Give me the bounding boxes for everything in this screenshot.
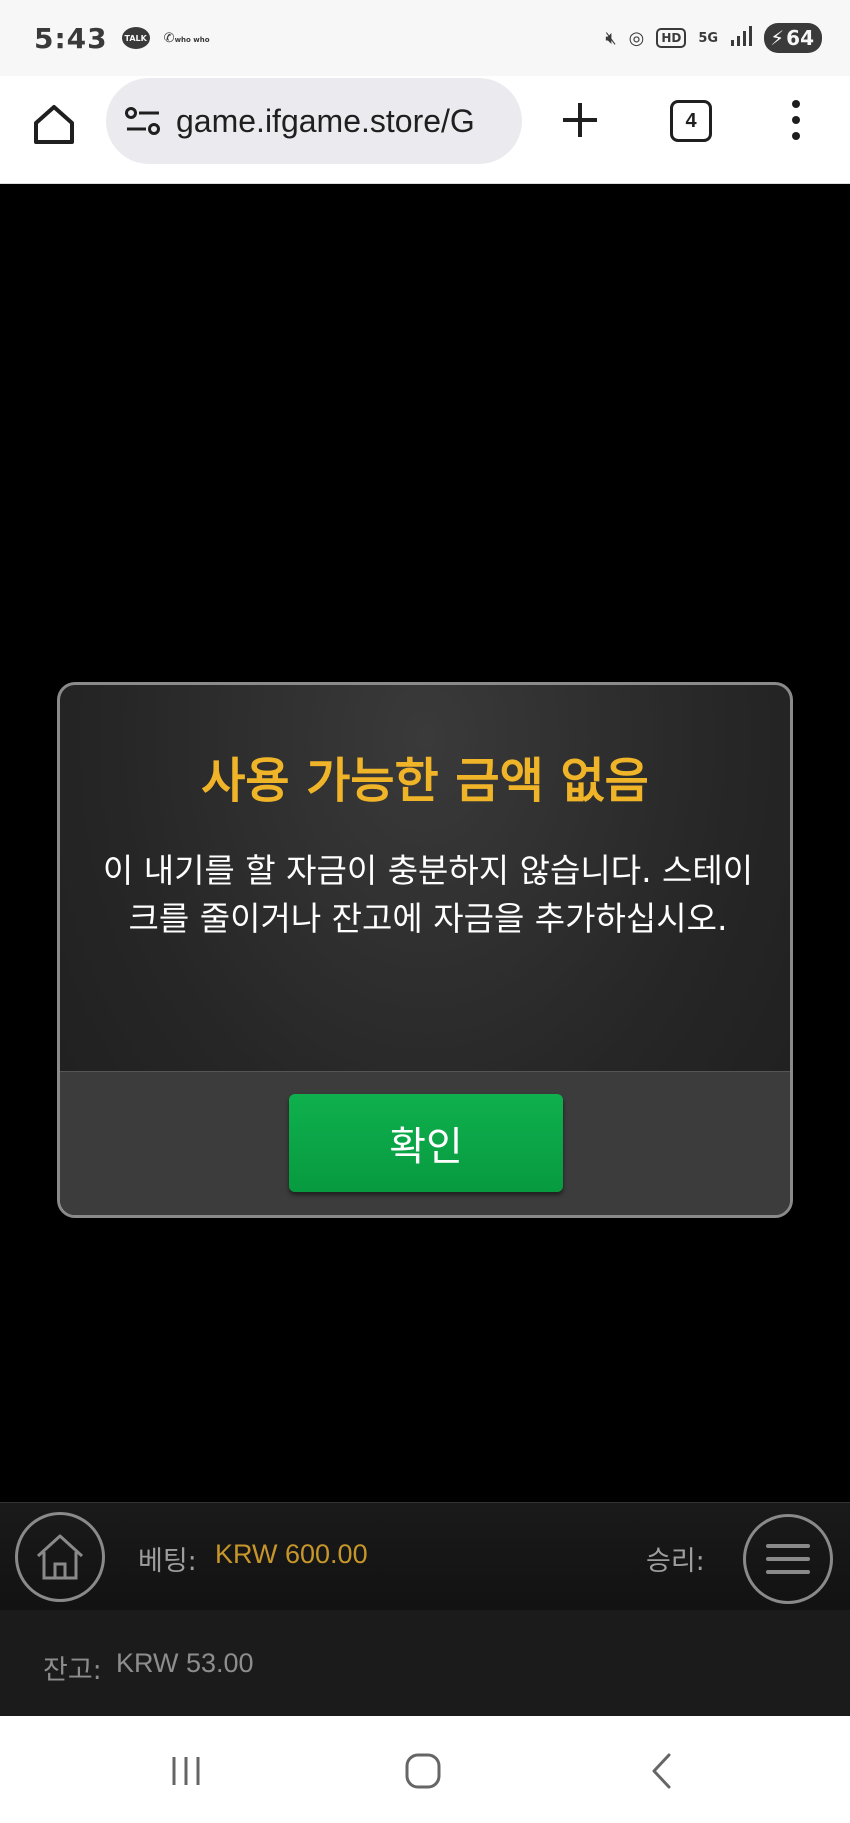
game-home-button[interactable] <box>15 1512 105 1602</box>
dialog-footer: 확인 <box>60 1071 790 1215</box>
browser-home-button[interactable] <box>28 98 80 150</box>
hd-icon: HD <box>656 28 687 48</box>
site-settings-icon <box>125 107 160 135</box>
browser-toolbar: game.ifgame.store/G 4 <box>0 76 850 184</box>
game-menu-button[interactable] <box>743 1514 833 1604</box>
home-icon <box>34 105 74 144</box>
dialog-message: 이 내기를 할 자금이 충분하지 않습니다. 스테이크를 줄이거나 잔고에 자금… <box>102 851 754 938</box>
game-canvas: 사용 가능한 금액 없음 이 내기를 할 자금이 충분하지 않습니다. 스테이크… <box>0 184 850 1502</box>
bet-label: 베팅: <box>138 1546 197 1577</box>
back-button[interactable] <box>637 1746 687 1796</box>
network-5g-icon: 5G <box>698 30 719 46</box>
more-menu-button[interactable] <box>780 96 812 144</box>
ok-button[interactable]: 확인 <box>289 1094 563 1192</box>
status-time: 5:43 <box>34 21 108 55</box>
whowho-label: who who <box>174 35 210 44</box>
back-icon <box>652 1753 671 1789</box>
dot-icon <box>792 132 800 140</box>
win-label: 승리: <box>646 1546 705 1577</box>
game-bottom-bar: 베팅: KRW 600.00 승리: <box>0 1502 850 1610</box>
recent-apps-button[interactable] <box>161 1746 211 1796</box>
url-text: game.ifgame.store/G <box>176 102 475 139</box>
battery-icon: ⚡︎ 64 <box>764 23 822 53</box>
kakaotalk-icon: TALK <box>121 27 150 49</box>
home-square-icon <box>405 1753 441 1789</box>
system-home-button[interactable] <box>398 1746 448 1796</box>
status-left: 5:43 TALK ✆who who <box>34 22 210 55</box>
hotspot-icon: ◎ <box>628 27 645 49</box>
signal-icon <box>730 25 753 51</box>
whowho-icon: ✆who who <box>163 30 210 46</box>
battery-level: 64 <box>786 26 814 50</box>
url-bar[interactable]: game.ifgame.store/G <box>106 78 522 164</box>
dot-icon <box>792 116 800 124</box>
status-bar: 5:43 TALK ✆who who 🔇︎ ◎ HD 5G ⚡︎ 64 <box>0 0 850 76</box>
balance-label: 잔고: <box>43 1655 102 1686</box>
dialog-title: 사용 가능한 금액 없음 <box>201 753 649 809</box>
balance-bar: 잔고: KRW 53.00 <box>0 1610 850 1716</box>
system-nav-bar <box>0 1716 850 1823</box>
insufficient-funds-dialog: 사용 가능한 금액 없음 이 내기를 할 자금이 충분하지 않습니다. 스테이크… <box>57 682 793 1218</box>
plus-icon <box>563 103 597 137</box>
balance-value: KRW 53.00 <box>116 1648 254 1678</box>
tab-switcher-button[interactable]: 4 <box>670 100 712 142</box>
charging-bolt-icon: ⚡︎ <box>770 26 785 50</box>
new-tab-button[interactable] <box>556 96 604 144</box>
status-right: 🔇︎ ◎ HD 5G ⚡︎ 64 <box>605 23 822 53</box>
hamburger-icon <box>766 1544 810 1574</box>
bet-value: KRW 600.00 <box>215 1539 368 1569</box>
dot-icon <box>792 100 800 108</box>
mute-icon: 🔇︎ <box>605 27 617 49</box>
home-icon <box>36 1534 84 1580</box>
recent-apps-icon <box>172 1757 200 1785</box>
